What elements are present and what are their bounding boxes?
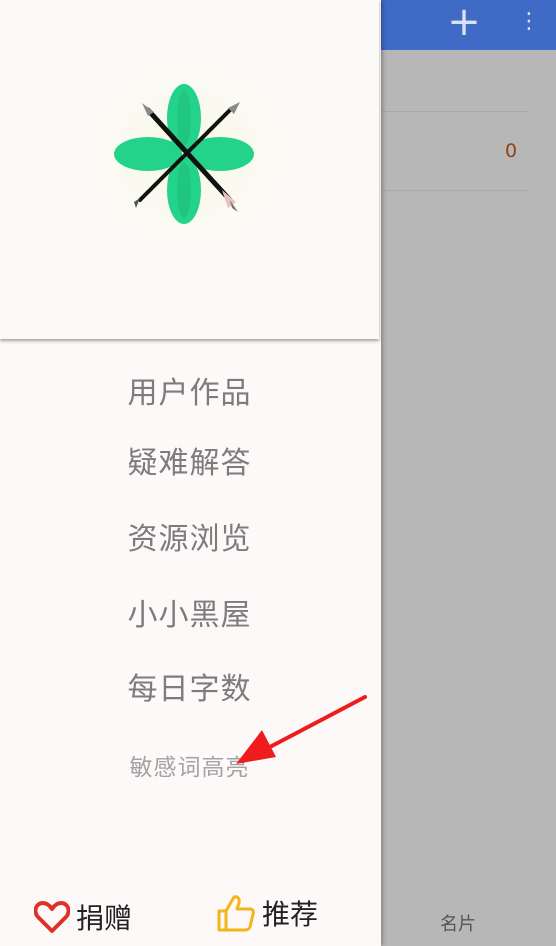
menu-item-little-dark-room[interactable]: 小小黑屋 bbox=[0, 590, 379, 634]
menu-item-troubleshooting[interactable]: 疑难解答 bbox=[0, 438, 379, 482]
list-divider bbox=[382, 111, 528, 112]
plus-icon[interactable]: + bbox=[444, 2, 484, 42]
heart-outline-icon bbox=[34, 901, 70, 933]
donate-button[interactable]: 捐赠 bbox=[34, 897, 132, 937]
navigation-drawer: 用户作品 疑难解答 资源浏览 小小黑屋 每日字数 敏感词高亮 捐赠 推荐 bbox=[0, 0, 381, 946]
app-logo-icon bbox=[70, 50, 310, 280]
list-divider bbox=[382, 190, 528, 191]
donate-label: 捐赠 bbox=[76, 902, 133, 935]
bottom-tab-card[interactable]: 名片 bbox=[440, 910, 476, 936]
list-item-count: 0 bbox=[505, 140, 518, 162]
thumbs-up-icon bbox=[217, 895, 255, 932]
menu-item-daily-word-count[interactable]: 每日字数 bbox=[0, 664, 379, 708]
more-vert-icon[interactable]: ⋮ bbox=[518, 8, 540, 36]
recommend-button[interactable]: 推荐 bbox=[216, 893, 318, 933]
drawer-header bbox=[0, 0, 379, 339]
recommend-label: 推荐 bbox=[262, 898, 319, 931]
menu-item-resource-browse[interactable]: 资源浏览 bbox=[0, 514, 379, 558]
menu-item-sensitive-word-highlight[interactable]: 敏感词高亮 bbox=[0, 748, 379, 782]
menu-item-user-works[interactable]: 用户作品 bbox=[0, 368, 379, 412]
